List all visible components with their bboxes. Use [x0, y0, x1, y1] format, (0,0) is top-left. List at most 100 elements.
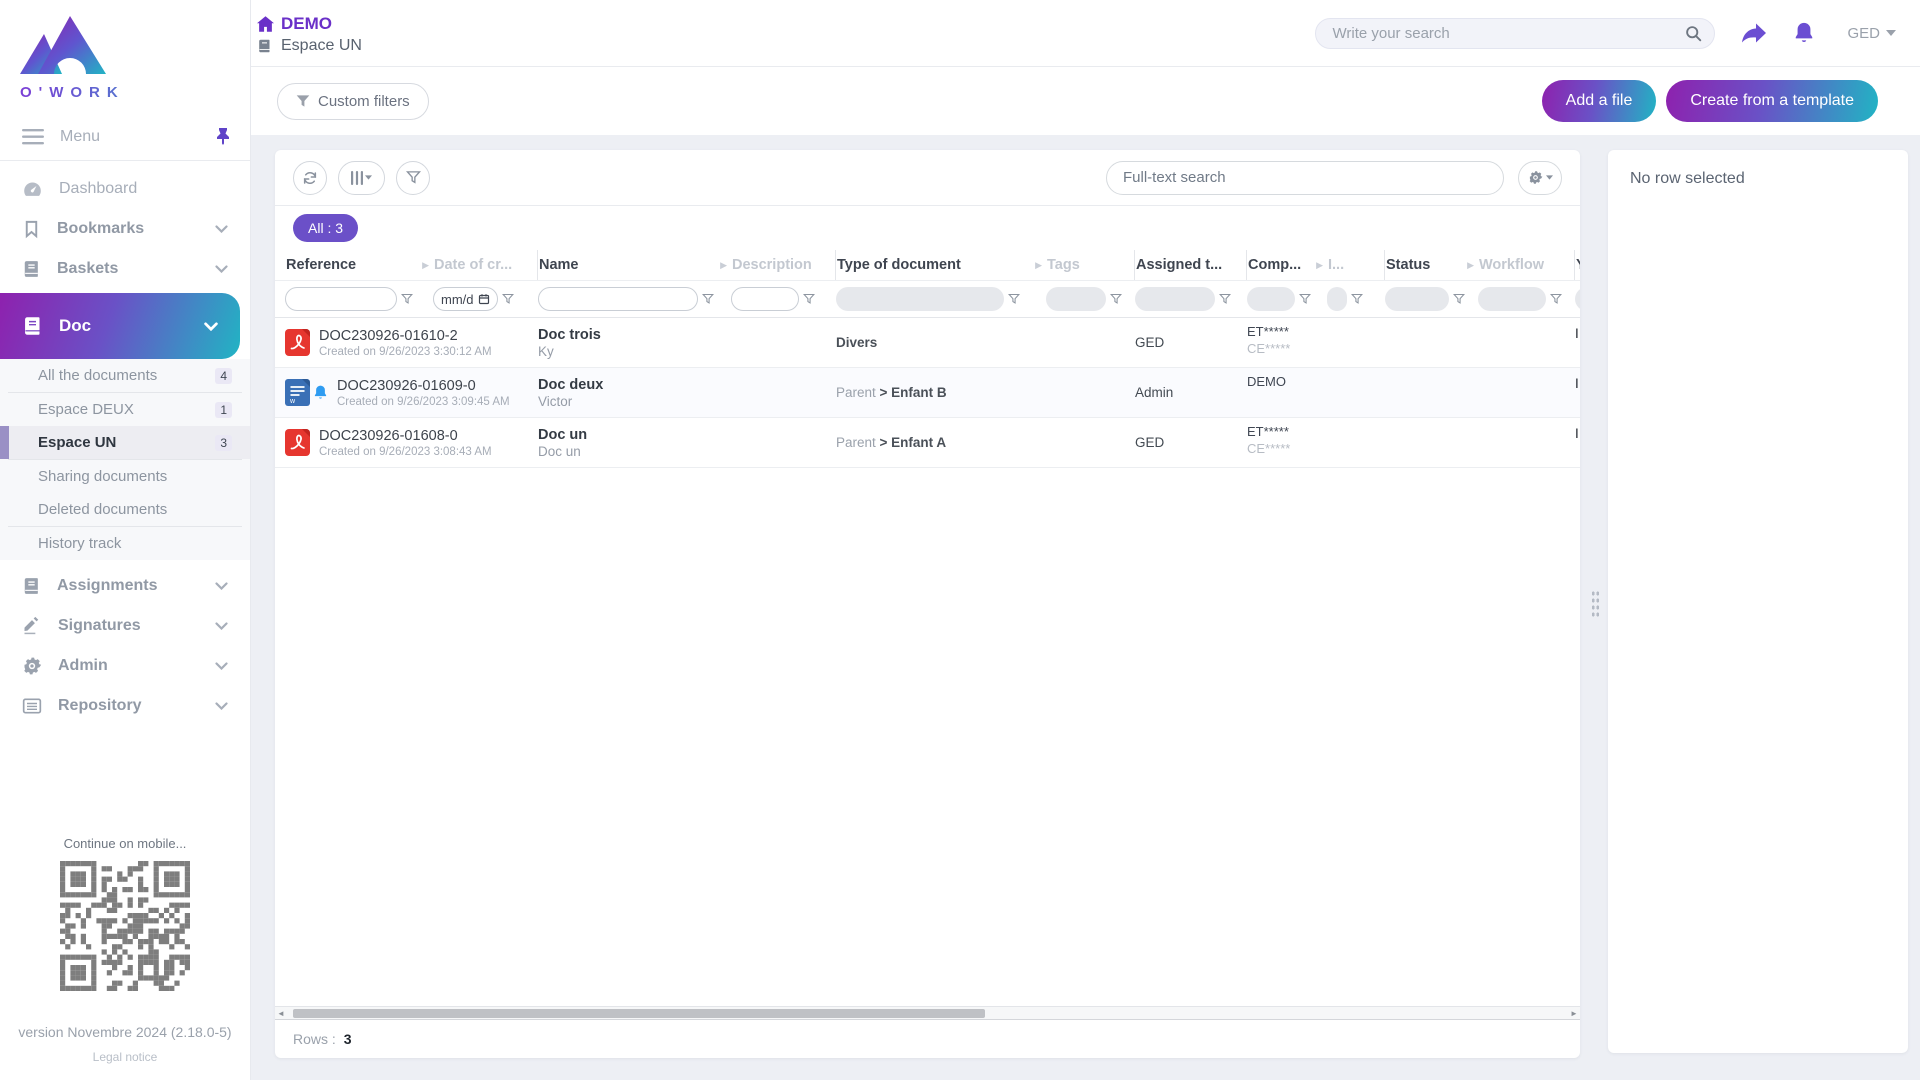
name-cell: Doc un Doc un: [538, 418, 836, 467]
company-cell: ET***** CE*****: [1247, 418, 1327, 467]
scroll-right-arrow[interactable]: ►: [1568, 1009, 1580, 1018]
column-header-date[interactable]: Date of cr...: [433, 250, 538, 280]
sidebar-item-bookmarks[interactable]: Bookmarks: [0, 209, 250, 249]
app-logo[interactable]: O'WORK: [0, 0, 250, 105]
pin-icon[interactable]: [216, 128, 230, 145]
table-row[interactable]: w DOC230926-01609-0 Created on 9/26/2023…: [275, 368, 1580, 418]
version-label: version Novembre 2024 (2.18.0-5): [0, 1024, 250, 1040]
funnel-icon[interactable]: [702, 293, 714, 305]
submenu-item-label: Sharing documents: [38, 468, 232, 485]
funnel-icon[interactable]: [1110, 293, 1122, 305]
submenu-espace-deux[interactable]: Espace DEUX 1: [0, 393, 250, 426]
logo-wordmark: O'WORK: [20, 84, 250, 101]
space-name: Espace UN: [281, 37, 362, 55]
document-name: Doc un: [538, 427, 836, 443]
funnel-icon[interactable]: [1299, 293, 1311, 305]
filter-description-input[interactable]: [731, 287, 799, 311]
filter-type-input[interactable]: [836, 287, 1004, 311]
sidebar-item-signatures[interactable]: Signatures: [0, 606, 250, 646]
table-row[interactable]: DOC230926-01608-0 Created on 9/26/2023 3…: [275, 418, 1580, 468]
panel-resize-handle[interactable]: [1591, 590, 1600, 618]
chevron-down-icon: [215, 265, 228, 273]
filter-y-input[interactable]: [1575, 287, 1580, 311]
funnel-icon[interactable]: [1550, 293, 1562, 305]
workspace-name: DEMO: [281, 14, 332, 34]
submenu-all-documents[interactable]: All the documents 4: [0, 359, 250, 392]
sidebar-item-dashboard[interactable]: Dashboard: [0, 169, 250, 209]
filter-company-input[interactable]: [1247, 287, 1295, 311]
hamburger-icon[interactable]: [22, 129, 44, 145]
filter-workflow-input[interactable]: [1478, 287, 1546, 311]
funnel-icon[interactable]: [1351, 293, 1363, 305]
reference-cell: DOC230926-01610-2 Created on 9/26/2023 3…: [285, 318, 538, 367]
scrollbar-thumb[interactable]: [293, 1009, 985, 1018]
funnel-icon[interactable]: [1008, 293, 1020, 305]
funnel-icon[interactable]: [502, 293, 514, 305]
column-header-tags[interactable]: Tags: [1046, 250, 1135, 280]
column-header-assigned[interactable]: Assigned t...: [1135, 250, 1247, 280]
filter-status-input[interactable]: [1385, 287, 1449, 311]
column-header-name[interactable]: Name▶: [538, 250, 731, 280]
actionbar-right: Add a file Create from a template: [1542, 80, 1878, 122]
table-settings-button[interactable]: [1518, 161, 1562, 195]
document-author: Doc un: [538, 444, 836, 459]
user-name: GED: [1847, 25, 1880, 42]
column-header-description[interactable]: Description: [731, 250, 836, 280]
user-menu[interactable]: GED: [1847, 25, 1896, 42]
sidebar-item-repository[interactable]: Repository: [0, 686, 250, 726]
gear-icon: [1528, 170, 1543, 185]
sidebar-item-admin[interactable]: Admin: [0, 646, 250, 686]
filter-button[interactable]: [396, 161, 430, 195]
add-file-button[interactable]: Add a file: [1542, 80, 1657, 122]
sidebar-item-baskets[interactable]: Baskets: [0, 249, 250, 289]
filter-date-input[interactable]: mm/d: [433, 287, 498, 311]
custom-filters-button[interactable]: Custom filters: [277, 83, 429, 120]
sidebar-item-assignments[interactable]: Assignments: [0, 566, 250, 606]
count-badge: 4: [215, 368, 232, 384]
fulltext-search-input[interactable]: [1123, 169, 1487, 186]
filter-assigned-input[interactable]: [1135, 287, 1215, 311]
columns-button[interactable]: [338, 161, 385, 195]
table-footer: Rows : 3: [275, 1020, 1580, 1058]
scroll-left-arrow[interactable]: ◄: [275, 1009, 287, 1018]
funnel-icon[interactable]: [401, 293, 413, 305]
submenu-deleted-documents[interactable]: Deleted documents: [0, 493, 250, 526]
notifications-button[interactable]: [1793, 21, 1815, 45]
column-header-workflow[interactable]: Workflow: [1478, 250, 1575, 280]
funnel-icon[interactable]: [803, 293, 815, 305]
horizontal-scrollbar[interactable]: ◄ ►: [275, 1006, 1580, 1020]
column-header-type[interactable]: Type of document▶: [836, 250, 1046, 280]
chevron-down-icon: [215, 225, 228, 233]
breadcrumb-workspace[interactable]: DEMO: [257, 14, 362, 34]
column-header-y[interactable]: Y...: [1575, 250, 1580, 280]
filter-reference: [285, 287, 433, 311]
search-icon[interactable]: [1685, 25, 1702, 42]
legal-notice-link[interactable]: Legal notice: [0, 1050, 250, 1064]
book-icon: [22, 315, 43, 337]
submenu-espace-un[interactable]: Espace UN 3: [0, 426, 250, 459]
column-header-company[interactable]: Comp...▶: [1247, 250, 1327, 280]
share-button[interactable]: [1741, 22, 1767, 44]
column-header-i[interactable]: I...: [1327, 250, 1385, 280]
submenu-history-track[interactable]: History track: [0, 527, 250, 560]
filter-tags-input[interactable]: [1046, 287, 1106, 311]
funnel-icon: [296, 94, 310, 108]
create-template-button[interactable]: Create from a template: [1666, 80, 1878, 122]
global-search-input[interactable]: [1332, 25, 1685, 42]
tab-all[interactable]: All : 3: [293, 214, 358, 242]
global-search: [1315, 18, 1715, 49]
sort-arrow-icon: ▶: [1316, 260, 1327, 271]
funnel-icon[interactable]: [1453, 293, 1465, 305]
filter-i-input[interactable]: [1327, 287, 1347, 311]
table-row[interactable]: DOC230926-01610-2 Created on 9/26/2023 3…: [275, 318, 1580, 368]
column-header-status[interactable]: Status▶: [1385, 250, 1478, 280]
filter-reference-input[interactable]: [285, 287, 397, 311]
gauge-icon: [22, 179, 43, 200]
column-header-reference[interactable]: Reference▶: [285, 250, 433, 280]
submenu-sharing-documents[interactable]: Sharing documents: [0, 460, 250, 493]
sidebar-item-doc[interactable]: Doc: [0, 293, 240, 359]
funnel-icon[interactable]: [1219, 293, 1231, 305]
filter-name-input[interactable]: [538, 287, 698, 311]
refresh-button[interactable]: [293, 161, 327, 195]
sidebar-item-label: Baskets: [57, 260, 215, 278]
